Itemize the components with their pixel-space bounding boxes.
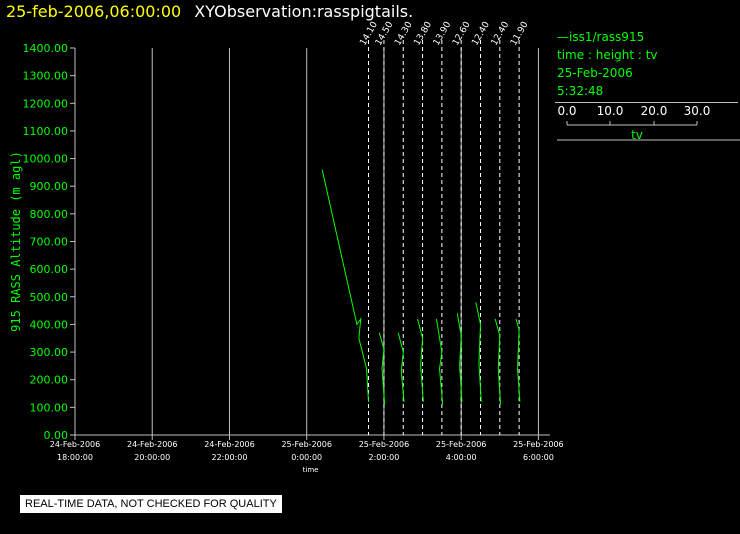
- y-tick-label-7: 700.00: [30, 236, 69, 249]
- x-tick-date-3: 25-Feb-2006: [281, 440, 331, 449]
- y-axis-label: 915 RASS Altitude (m agl): [9, 151, 23, 332]
- x-tick-time-1: 20:00:00: [134, 453, 170, 462]
- x-tick-date-6: 25-Feb-2006: [513, 440, 563, 449]
- y-tick-label-11: 1100.00: [23, 125, 69, 138]
- profile-label-5: 12.60: [451, 20, 473, 48]
- x-tick-date-1: 24-Feb-2006: [127, 440, 177, 449]
- y-tick-label-9: 900.00: [30, 180, 69, 193]
- y-tick-label-13: 1300.00: [23, 70, 69, 83]
- y-tick-label-8: 800.00: [30, 208, 69, 221]
- y-tick-label-5: 500.00: [30, 291, 69, 304]
- profile-label-7: 12.40: [490, 20, 512, 48]
- x-tick-time-4: 2:00:00: [369, 453, 400, 462]
- quality-notice: REAL-TIME DATA, NOT CHECKED FOR QUALITY: [20, 495, 282, 513]
- profile-trace-7: [494, 318, 502, 405]
- profile-trace-8: [515, 318, 521, 402]
- legend: —iss1/rass915 time : height : tv 25-Feb-…: [555, 28, 740, 103]
- y-tick-label-6: 600.00: [30, 263, 69, 276]
- profile-label-3: 13.80: [412, 20, 434, 48]
- scale-tick-2: 20.0: [640, 104, 668, 118]
- profile-label-4: 13.90: [432, 20, 454, 48]
- x-tick-time-2: 22:00:00: [212, 453, 248, 462]
- y-tick-label-12: 1200.00: [23, 97, 69, 110]
- x-tick-time-3: 0:00:00: [291, 453, 322, 462]
- legend-time: 5:32:48: [557, 84, 604, 98]
- y-tick-label-2: 200.00: [30, 374, 69, 387]
- legend-series: —iss1/rass915: [557, 30, 645, 44]
- color-scale: 0.0 10.0 20.0 30.0 tv: [557, 104, 740, 144]
- profile-label-6: 12.40: [470, 20, 492, 48]
- x-tick-date-0: 24-Feb-2006: [50, 440, 100, 449]
- legend-divider: [555, 102, 738, 103]
- scale-tick-3: 30.0: [683, 104, 711, 118]
- scale-tick-0: 0.0: [557, 104, 577, 118]
- y-tick-label-4: 400.00: [30, 318, 69, 331]
- x-tick-time-0: 18:00:00: [57, 453, 93, 462]
- y-tick-label-10: 1000.00: [23, 153, 69, 166]
- y-tick-label-3: 300.00: [30, 346, 69, 359]
- x-tick-date-2: 24-Feb-2006: [204, 440, 254, 449]
- legend-series-label: iss1/rass915: [569, 30, 645, 44]
- y-tick-label-1: 100.00: [30, 401, 69, 414]
- profile-trace-4: [435, 318, 444, 405]
- x-tick-date-4: 25-Feb-2006: [359, 440, 409, 449]
- y-tick-label-14: 1400.00: [23, 42, 69, 55]
- profile-trace-3: [417, 318, 424, 402]
- profile-label-8: 11.90: [509, 20, 531, 48]
- profile-trace-0: [321, 169, 369, 402]
- profile-trace-6: [475, 302, 482, 402]
- x-tick-time-5: 4:00:00: [446, 453, 477, 462]
- scale-tick-1: 10.0: [596, 104, 624, 118]
- scale-label: tv: [631, 128, 643, 142]
- legend-axes: time : height : tv: [557, 48, 658, 62]
- legend-date: 25-Feb-2006: [557, 66, 633, 80]
- x-tick-time-6: 6:00:00: [523, 453, 554, 462]
- profile-label-2: 14.30: [393, 20, 415, 48]
- x-axis-label: time: [303, 466, 319, 474]
- x-tick-date-5: 25-Feb-2006: [436, 440, 486, 449]
